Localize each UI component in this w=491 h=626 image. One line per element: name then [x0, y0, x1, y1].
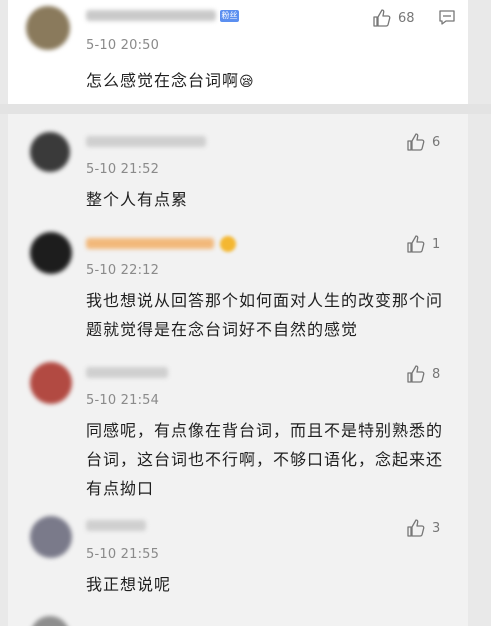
- section-divider: [0, 104, 491, 114]
- vip-badge-icon: [220, 236, 236, 252]
- reply-time: 5-10 22:12: [86, 263, 160, 278]
- replies-list: 5-10 21:52 整个人有点累 6 5-10 22:12 我也想说从回答那个…: [8, 114, 468, 626]
- reply-time: 5-10 21:54: [86, 393, 160, 408]
- avatar[interactable]: [30, 362, 72, 404]
- thumbs-up-icon: [407, 235, 425, 253]
- username-blurred[interactable]: [86, 10, 216, 21]
- username-blurred[interactable]: [86, 520, 146, 531]
- fan-badge: 粉丝: [220, 10, 239, 22]
- username-blurred[interactable]: [86, 136, 206, 147]
- like-button[interactable]: 3: [406, 518, 440, 538]
- like-button[interactable]: 8: [406, 364, 440, 384]
- avatar[interactable]: [26, 6, 70, 50]
- comment-icon[interactable]: [438, 9, 456, 27]
- reply-text: 我也想说从回答那个如何面对人生的改变那个问题就觉得是在念台词好不自然的感觉: [86, 291, 444, 339]
- avatar[interactable]: [30, 616, 70, 626]
- username-blurred[interactable]: [86, 238, 214, 249]
- avatar[interactable]: [30, 232, 72, 274]
- comment-text-body: 怎么感觉在念台词啊: [86, 71, 240, 90]
- like-count: 3: [432, 520, 441, 536]
- avatar[interactable]: [30, 132, 70, 172]
- like-count: 68: [398, 10, 415, 26]
- reply-time: 5-10 21:52: [86, 162, 160, 177]
- like-button[interactable]: 1: [406, 234, 440, 254]
- avatar[interactable]: [30, 516, 72, 558]
- reply-time: 5-10 21:55: [86, 547, 160, 562]
- like-count: 1: [432, 236, 441, 252]
- comment-time: 5-10 20:50: [86, 38, 160, 53]
- thumbs-up-icon: [407, 519, 425, 537]
- thumbs-up-icon: [373, 9, 391, 27]
- thumbs-up-icon: [407, 133, 425, 151]
- like-count: 8: [432, 366, 441, 382]
- comment-text: 怎么感觉在念台词啊😪: [86, 66, 255, 97]
- comment-page: 粉丝 5-10 20:50 怎么感觉在念台词啊😪 68 5-10 21:52 整…: [0, 0, 491, 626]
- like-count: 6: [432, 134, 441, 150]
- reply-text: 同感呢，有点像在背台词，而且不是特别熟悉的台词，这台词也不行啊，不够口语化，念起…: [86, 421, 444, 498]
- thumbs-up-icon: [407, 365, 425, 383]
- sleepy-emoji: 😪: [239, 74, 255, 90]
- reply-text: 整个人有点累: [86, 190, 189, 209]
- like-button[interactable]: 68: [372, 8, 415, 28]
- like-button[interactable]: 6: [406, 132, 440, 152]
- username-blurred[interactable]: [86, 367, 168, 378]
- reply-text: 我正想说呢: [86, 575, 172, 594]
- main-comment: 粉丝 5-10 20:50 怎么感觉在念台词啊😪 68: [8, 0, 468, 104]
